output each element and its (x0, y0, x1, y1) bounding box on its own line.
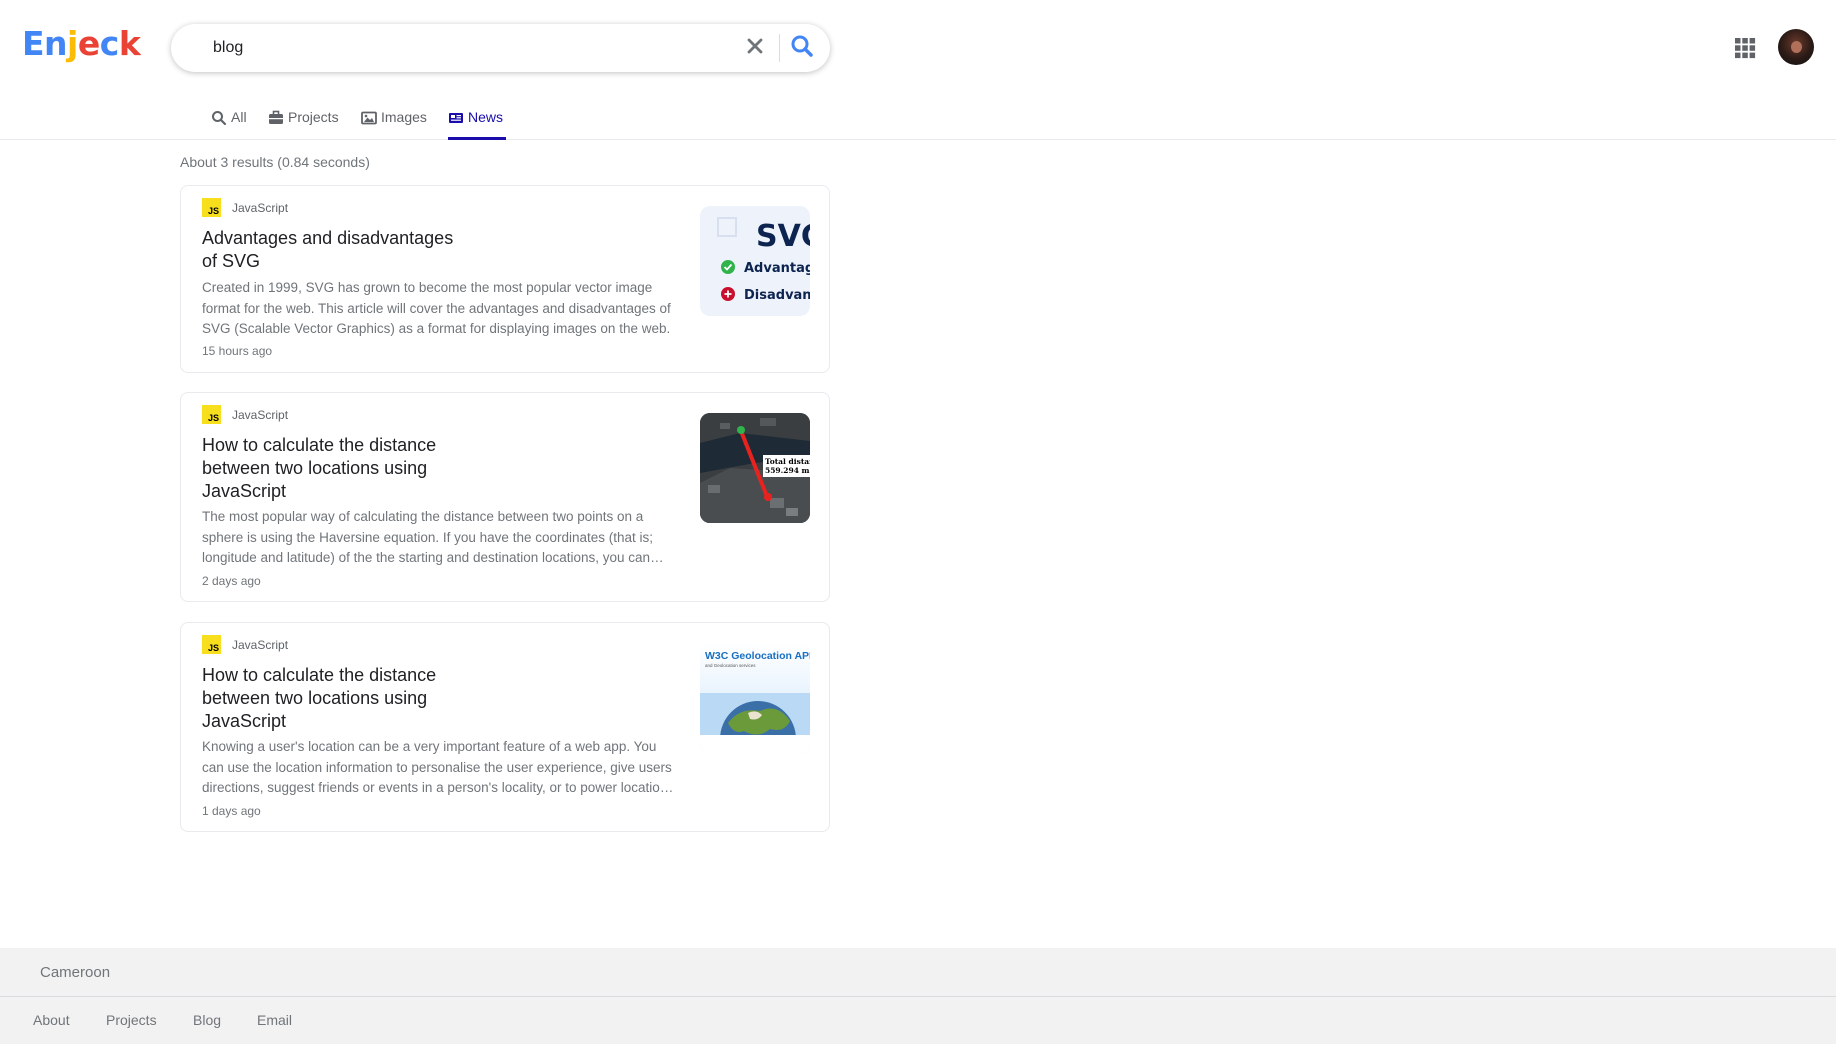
source-name: JavaScript (232, 200, 289, 215)
close-icon[interactable] (742, 32, 768, 60)
search-icon (212, 111, 227, 126)
enjeck-logo[interactable]: Enjeck (22, 24, 141, 63)
thumb-sub: and Geolocation services (705, 663, 756, 668)
thumb-heading: SVG (756, 219, 810, 254)
avatar[interactable] (1778, 29, 1814, 65)
source-name: JavaScript (232, 407, 289, 422)
result-snippet: Knowing a user's location can be a very … (202, 739, 672, 795)
logo-letter: k (118, 24, 141, 63)
footer-link-about[interactable]: About (33, 1012, 70, 1028)
footer-country: Cameroon (40, 964, 111, 981)
tab-news[interactable]: News (448, 107, 506, 140)
thumb-line-1: Advantages (744, 261, 810, 276)
newspaper-icon (449, 113, 463, 123)
tab-all[interactable]: All (211, 107, 247, 140)
apps-grid-icon[interactable] (1733, 36, 1757, 60)
result-snippet: The most popular way of calculating the … (202, 509, 654, 565)
tab-label: Projects (288, 109, 339, 125)
result-thumbnail[interactable]: Total distance 559.294 m (700, 413, 810, 523)
news-result-card[interactable]: JS JavaScript Advantages and disadvantag… (180, 185, 830, 373)
tab-label: News (468, 109, 504, 125)
result-source: JS JavaScript (202, 405, 288, 424)
search-box (171, 24, 830, 72)
result-title[interactable]: How to calculate the distance between tw… (202, 434, 472, 503)
results-stats: About 3 results (0.84 seconds) (180, 154, 370, 170)
logo-letter: e (77, 24, 100, 63)
thumb-label-2: 559.294 m (765, 466, 810, 475)
result-snippet: Created in 1999, SVG has grown to become… (202, 280, 671, 336)
result-time: 2 days ago (202, 574, 261, 588)
source-name: JavaScript (232, 637, 289, 652)
search-icon[interactable] (786, 31, 818, 63)
news-result-card[interactable]: JS JavaScript How to calculate the dista… (180, 392, 830, 602)
result-time: 1 days ago (202, 804, 261, 818)
logo-letter: n (44, 24, 68, 63)
tab-label: All (231, 109, 247, 125)
result-time: 15 hours ago (202, 344, 273, 358)
tab-label: Images (381, 109, 427, 125)
search-divider (779, 34, 780, 62)
tab-images[interactable]: Images (361, 107, 427, 140)
result-source: JS JavaScript (202, 198, 288, 217)
thumb-line-2: Disadvantages (744, 288, 810, 303)
javascript-logo-icon: JS (202, 635, 221, 654)
result-source: JS JavaScript (202, 635, 288, 654)
result-thumbnail[interactable]: W3C Geolocation API and Geolocation serv… (700, 643, 810, 753)
news-result-card[interactable]: JS JavaScript How to calculate the dista… (180, 622, 830, 832)
briefcase-icon (269, 110, 283, 124)
thumb-heading: W3C Geolocation API (705, 650, 810, 662)
logo-letter: j (67, 24, 78, 63)
footer: Cameroon About Projects Blog Email (0, 948, 1836, 1044)
javascript-logo-icon: JS (202, 405, 221, 424)
javascript-logo-icon: JS (202, 198, 221, 217)
logo-letter: E (22, 24, 45, 63)
footer-link-email[interactable]: Email (257, 1012, 292, 1028)
logo-letter: c (99, 24, 120, 63)
search-input[interactable] (213, 34, 733, 62)
result-title[interactable]: Advantages and disadvantages of SVG (202, 227, 472, 273)
result-thumbnail[interactable]: SVG Advantages Disadvantages (700, 206, 810, 316)
image-icon (361, 111, 377, 125)
thumb-label-1: Total distance (765, 457, 810, 466)
avatar-face (1791, 41, 1802, 53)
footer-link-blog[interactable]: Blog (193, 1012, 221, 1028)
result-title[interactable]: How to calculate the distance between tw… (202, 664, 472, 733)
header: Enjeck (0, 0, 1836, 95)
tab-projects[interactable]: Projects (268, 107, 339, 140)
search-tabs: All Projects Images News (0, 95, 1836, 140)
footer-link-projects[interactable]: Projects (106, 1012, 157, 1028)
footer-country-bar: Cameroon (0, 948, 1836, 997)
